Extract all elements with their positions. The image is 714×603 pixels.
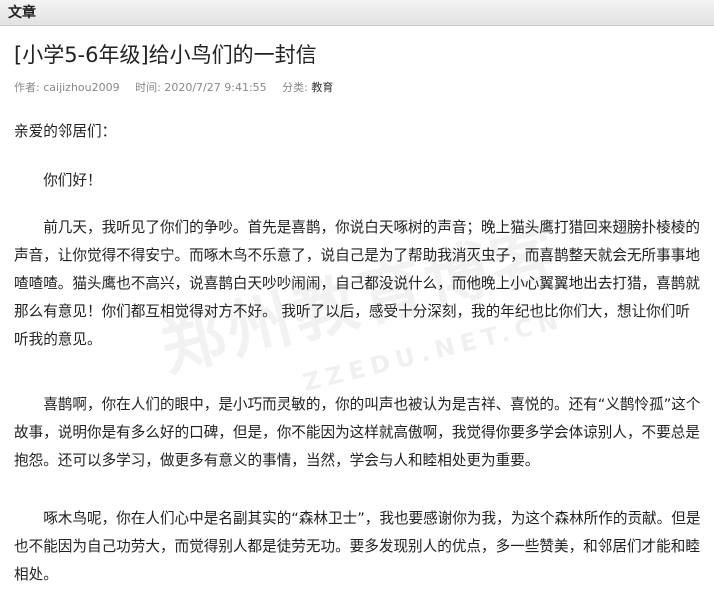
article-title: [小学5-6年级]给小鸟们的一封信: [14, 43, 317, 67]
tab-article[interactable]: 文章: [8, 4, 36, 22]
publish-time: 2020/7/27 9:41:55: [164, 81, 267, 94]
article-meta: 作者: caijizhou2009 时间: 2020/7/27 9:41:55 …: [14, 80, 333, 96]
tab-bar: 文章: [0, 0, 714, 26]
body-paragraph-1: 前几天，我听见了你们的争吵。首先是喜鹊，你说白天啄树的声音；晚上猫头鹰打猎回来翅…: [14, 219, 700, 348]
category-link[interactable]: 教育: [311, 81, 333, 94]
greeting: 你们好！: [43, 172, 102, 189]
author-name: caijizhou2009: [43, 81, 120, 94]
time-label: 时间:: [135, 81, 161, 94]
body-paragraph-2: 喜鹊啊，你在人们的眼中，是小巧而灵敏的，你的叫声也被认为是吉祥、喜悦的。还有“义…: [14, 396, 701, 469]
author-label: 作者:: [14, 81, 40, 94]
category-label: 分类:: [282, 81, 308, 94]
salutation: 亲爱的邻居们：: [14, 123, 117, 140]
body-paragraph-3: 啄木鸟呢，你在人们心中是名副其实的“森林卫士”，我也要感谢你为我，为这个森林所作…: [14, 510, 701, 583]
